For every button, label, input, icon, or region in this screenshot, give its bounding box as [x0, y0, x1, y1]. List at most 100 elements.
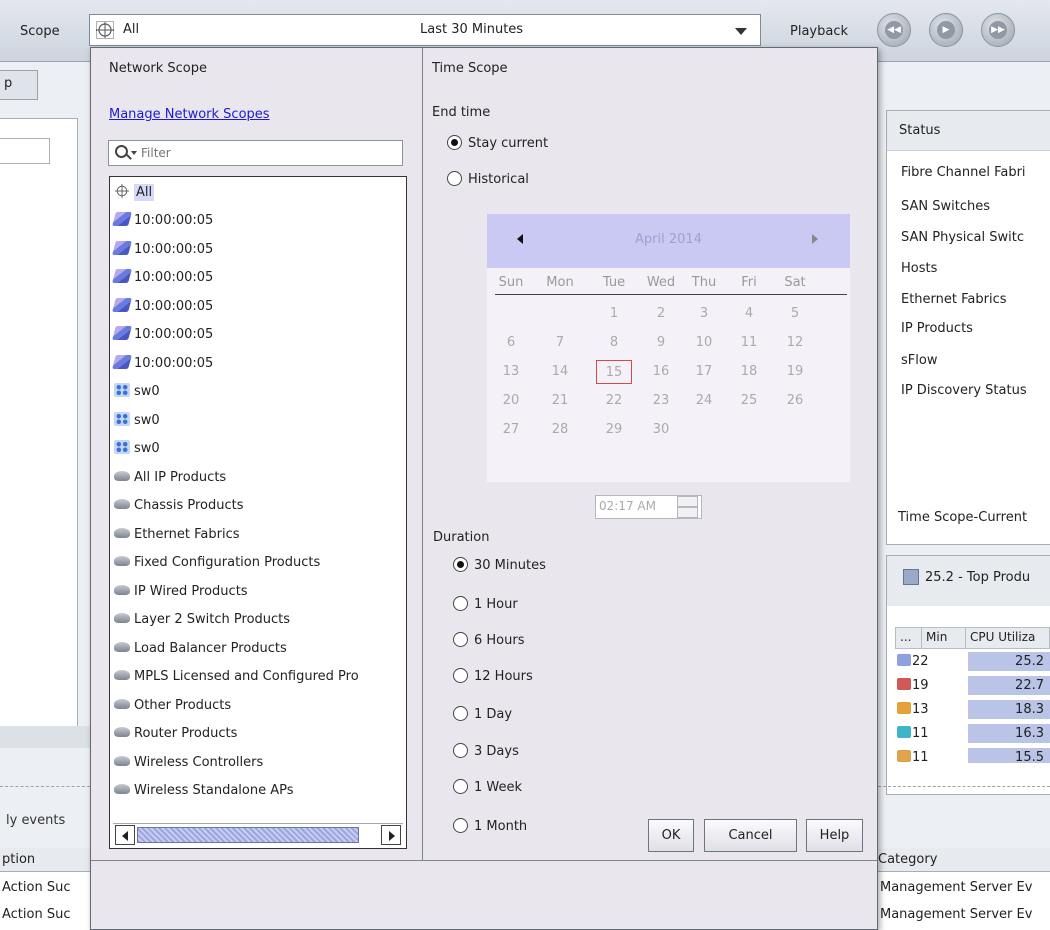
filter-input[interactable]	[139, 143, 394, 163]
chevron-down-icon[interactable]	[131, 151, 137, 155]
status-item[interactable]: Ethernet Fabrics	[901, 292, 1007, 307]
list-item[interactable]: 10:00:00:05	[112, 321, 213, 348]
play-button[interactable]: ▶	[929, 13, 963, 47]
calendar-day[interactable]: 4	[731, 302, 767, 326]
duration-radio-30-minutes[interactable]: 30 Minutes	[453, 557, 546, 573]
duration-radio-12-hours[interactable]: 12 Hours	[453, 668, 533, 684]
calendar-day[interactable]: 28	[542, 418, 578, 442]
list-item[interactable]: 10:00:00:05	[112, 350, 213, 377]
calendar-day[interactable]: 7	[542, 331, 578, 355]
list-item[interactable]: Ethernet Fabrics	[114, 521, 240, 548]
table-row[interactable]: 11 16.3	[895, 723, 1050, 745]
search-icon[interactable]	[115, 145, 128, 158]
calendar-day[interactable]: 19	[777, 360, 813, 384]
calendar-day[interactable]: 2	[643, 302, 679, 326]
calendar-day[interactable]: 25	[731, 389, 767, 413]
list-item[interactable]: All IP Products	[114, 464, 226, 491]
previous-month-icon[interactable]	[517, 234, 523, 244]
list-item[interactable]: Router Products	[114, 720, 237, 747]
duration-radio-1-day[interactable]: 1 Day	[453, 706, 512, 722]
radio-unchecked-icon[interactable]	[453, 668, 468, 683]
calendar-day[interactable]: 8	[596, 331, 632, 355]
list-item[interactable]: Chassis Products	[114, 492, 243, 519]
radio-unchecked-icon[interactable]	[453, 632, 468, 647]
cancel-button[interactable]: Cancel	[704, 819, 797, 852]
radio-unchecked-icon[interactable]	[453, 779, 468, 794]
list-item[interactable]: Layer 2 Switch Products	[114, 606, 290, 633]
list-item[interactable]: All	[114, 179, 155, 206]
cpu-column-header[interactable]: CPU Utiliza	[965, 627, 1050, 649]
calendar-day[interactable]: 16	[643, 360, 679, 384]
list-item[interactable]: MPLS Licensed and Configured Pro	[114, 663, 359, 690]
table-row[interactable]: 11 15.5	[895, 747, 1050, 763]
calendar-day[interactable]: 3	[686, 302, 722, 326]
list-item[interactable]: 10:00:00:05	[112, 264, 213, 291]
column-header[interactable]: ...	[895, 627, 922, 649]
duration-radio-1-hour[interactable]: 1 Hour	[453, 596, 518, 612]
list-item[interactable]: sw0	[114, 407, 160, 434]
scroll-left-icon[interactable]	[115, 825, 135, 845]
spinner-down-icon[interactable]	[677, 507, 698, 518]
calendar-day[interactable]: 30	[643, 418, 679, 442]
background-left-filter[interactable]	[0, 138, 50, 164]
rewind-button[interactable]: ◀◀	[877, 13, 911, 47]
list-item[interactable]: IP Wired Products	[114, 578, 248, 605]
duration-radio-3-days[interactable]: 3 Days	[453, 743, 519, 759]
scope-combo-box[interactable]: All Last 30 Minutes	[89, 14, 761, 46]
duration-radio-1-month[interactable]: 1 Month	[453, 818, 527, 834]
status-item[interactable]: SAN Physical Switc	[901, 230, 1024, 245]
radio-unchecked-icon[interactable]	[453, 596, 468, 611]
calendar-day[interactable]: 14	[542, 360, 578, 384]
duration-radio-1-week[interactable]: 1 Week	[453, 779, 522, 795]
status-item[interactable]: sFlow	[901, 353, 937, 368]
stay-current-radio[interactable]: Stay current	[447, 135, 548, 151]
list-item[interactable]: Wireless Standalone APs	[114, 777, 294, 804]
calendar-day[interactable]: 18	[731, 360, 767, 384]
chevron-down-icon[interactable]	[735, 28, 747, 35]
background-tab[interactable]: p	[0, 70, 38, 100]
calendar-day[interactable]: 20	[493, 389, 529, 413]
status-item[interactable]: Fibre Channel Fabri	[901, 165, 1026, 180]
calendar-day[interactable]: 5	[777, 302, 813, 326]
calendar-day[interactable]: 29	[596, 418, 632, 442]
table-row[interactable]: 19 22.7	[895, 675, 1050, 697]
radio-unchecked-icon[interactable]	[453, 743, 468, 758]
calendar-day[interactable]: 22	[596, 389, 632, 413]
radio-unchecked-icon[interactable]	[447, 171, 462, 186]
list-item[interactable]: 10:00:00:05	[112, 207, 213, 234]
table-row[interactable]: 13 18.3	[895, 699, 1050, 721]
list-item[interactable]: 10:00:00:05	[112, 293, 213, 320]
table-row[interactable]: 22 25.2	[895, 651, 1050, 673]
manage-network-scopes-link[interactable]: Manage Network Scopes	[109, 107, 270, 122]
calendar-day[interactable]: 17	[686, 360, 722, 384]
radio-unchecked-icon[interactable]	[453, 818, 468, 833]
calendar-day[interactable]: 11	[731, 331, 767, 355]
time-spinner-value[interactable]: 02:17 AM	[599, 499, 656, 513]
ok-button[interactable]: OK	[648, 819, 694, 852]
calendar-day[interactable]: 27	[493, 418, 529, 442]
help-button[interactable]: Help	[806, 819, 863, 852]
list-item[interactable]: Wireless Controllers	[114, 749, 263, 776]
time-spinner[interactable]: 02:17 AM	[595, 495, 702, 519]
status-item[interactable]: Hosts	[901, 261, 937, 276]
duration-radio-6-hours[interactable]: 6 Hours	[453, 632, 525, 648]
list-item[interactable]: Load Balancer Products	[114, 635, 287, 662]
status-item[interactable]: IP Discovery Status	[901, 383, 1027, 398]
radio-unchecked-icon[interactable]	[453, 706, 468, 721]
horizontal-scrollbar[interactable]	[113, 823, 403, 845]
historical-radio[interactable]: Historical	[447, 171, 529, 187]
fast-forward-button[interactable]: ▶▶	[981, 13, 1015, 47]
status-item[interactable]: IP Products	[901, 321, 973, 336]
calendar-day[interactable]: 26	[777, 389, 813, 413]
spinner-up-icon[interactable]	[677, 496, 698, 507]
calendar-day[interactable]: 23	[643, 389, 679, 413]
calendar-day[interactable]: 6	[493, 331, 529, 355]
calendar-day[interactable]: 24	[686, 389, 722, 413]
scrollbar-thumb[interactable]	[137, 827, 359, 843]
list-item[interactable]: sw0	[114, 435, 160, 462]
calendar-day-today[interactable]: 15	[596, 360, 632, 384]
next-month-icon[interactable]	[812, 234, 818, 244]
calendar-day[interactable]: 9	[643, 331, 679, 355]
calendar-day[interactable]: 21	[542, 389, 578, 413]
radio-checked-icon[interactable]	[447, 135, 462, 150]
